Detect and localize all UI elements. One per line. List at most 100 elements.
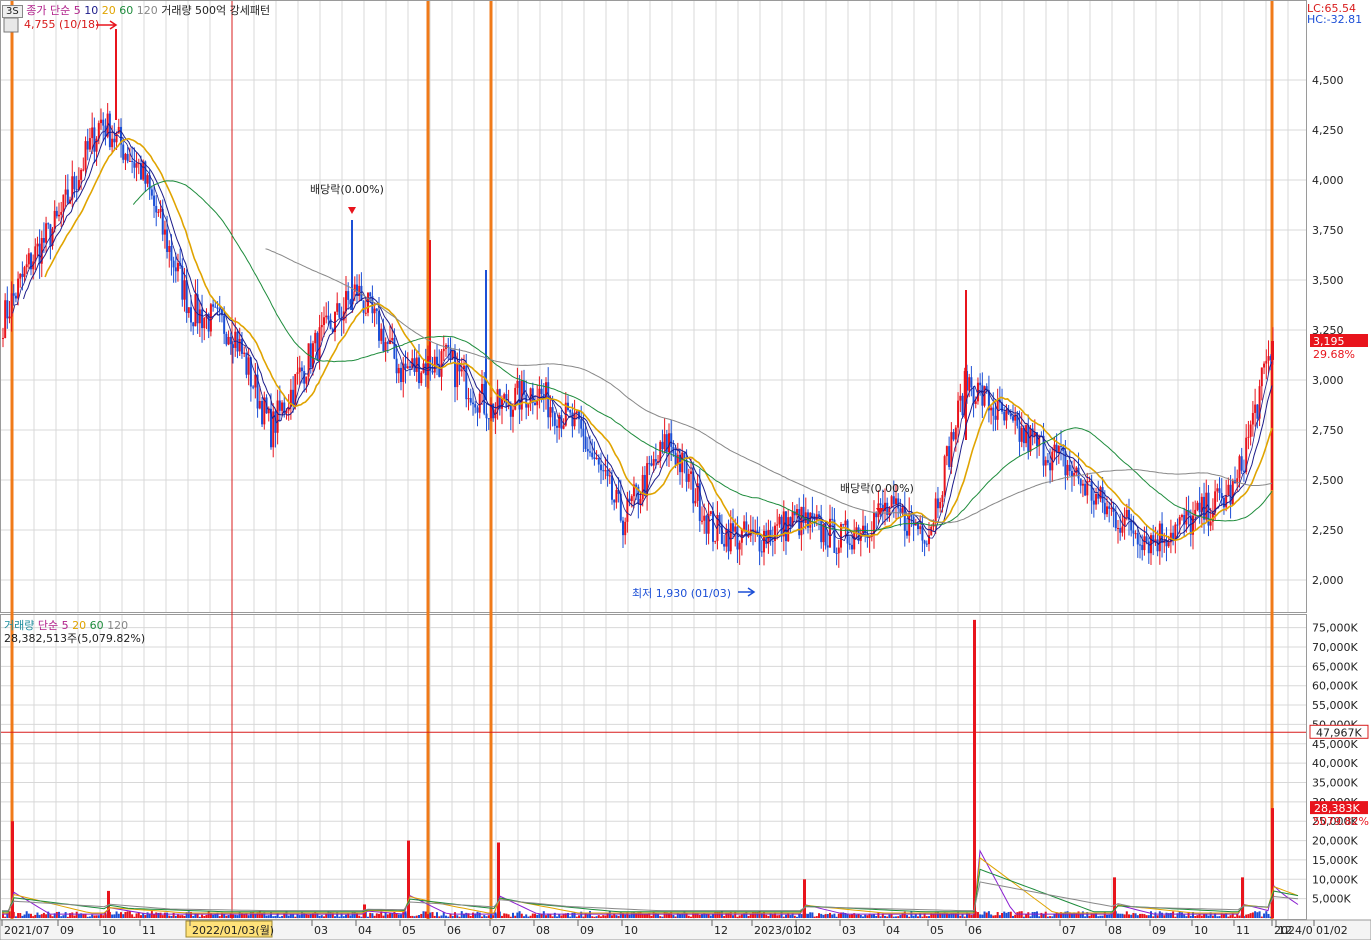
volume-bar (1014, 914, 1017, 918)
volume-bar (981, 914, 984, 918)
volume-bar (591, 916, 594, 918)
hc-readout: HC:-32.81 (1307, 13, 1363, 26)
legend-ma5: 5 (73, 4, 81, 17)
candle-body (1068, 464, 1071, 471)
candle-body (1123, 517, 1126, 527)
volume-bar (831, 914, 834, 918)
volume-bar (782, 916, 785, 918)
candle-body (1145, 536, 1148, 542)
volume-bar (1066, 911, 1069, 918)
volume-bar (1130, 914, 1133, 918)
volume-bar (679, 914, 681, 918)
candle-body (936, 498, 939, 509)
candle-body (622, 520, 624, 536)
candle-body (811, 512, 814, 517)
candle-body (974, 401, 977, 404)
grid-toggle-icon[interactable] (3, 17, 19, 33)
period-button[interactable]: 3S (2, 5, 23, 18)
volume-bar (38, 914, 41, 918)
volume-bar (1196, 915, 1199, 918)
volume-bar (1156, 915, 1159, 918)
candle-body (525, 394, 528, 408)
volume-bar (163, 912, 166, 918)
volume-bar (736, 916, 739, 918)
volume-bar (1143, 914, 1146, 918)
volume-bar (84, 914, 87, 918)
candle-body (21, 273, 24, 277)
candle-body (95, 138, 98, 152)
candle-body (780, 516, 783, 537)
volume-bar (176, 914, 179, 918)
volume-bar (183, 915, 186, 918)
candle-body (378, 310, 380, 341)
volume-bar (545, 915, 547, 918)
volume-bar (438, 916, 441, 918)
candle-body (1139, 544, 1141, 546)
volume-bar (60, 916, 63, 918)
volume-bar (126, 911, 129, 918)
volume-bar (1029, 916, 1032, 918)
volume-bar (877, 912, 880, 918)
volume-bar (386, 914, 389, 918)
volume-bar (1046, 916, 1049, 918)
volume-bar (137, 912, 140, 918)
volume-bar (835, 916, 838, 918)
candle-body (395, 358, 398, 374)
volume-bar (818, 913, 820, 918)
volume-bar (320, 915, 323, 918)
volume-bar (870, 914, 873, 918)
volume-bar (115, 911, 118, 918)
chart-canvas[interactable]: 4,5004,2504,0003,7503,5003,2503,0002,750… (0, 0, 1371, 941)
volume-bar (1203, 914, 1206, 918)
volume-bar (866, 915, 869, 918)
legend-ma60: 60 (119, 4, 134, 17)
volume-bar (1031, 912, 1034, 918)
candle-body (1263, 363, 1266, 368)
candle-body (1062, 446, 1065, 452)
volume-bar (1097, 916, 1100, 918)
volume-bar (1185, 916, 1188, 918)
candle-body (560, 415, 563, 429)
price-tick-label: 2,750 (1312, 424, 1344, 437)
volume-bar (349, 915, 352, 918)
volume-bar (411, 915, 414, 918)
candle-body (961, 395, 964, 416)
volume-bar (525, 914, 528, 918)
high-marker: 4,755 (10/18) (24, 18, 100, 31)
volume-bar (146, 912, 149, 918)
volume-bar (212, 914, 215, 918)
candle-body (556, 425, 558, 428)
candle-body (100, 119, 102, 124)
candle-body (172, 260, 175, 268)
candle-body (1066, 464, 1069, 476)
candle-body (245, 352, 248, 375)
candle-body (709, 511, 712, 515)
candle-body (968, 377, 971, 391)
volume-bar (375, 913, 378, 918)
volume-spike (497, 842, 500, 918)
price-tick-label: 2,250 (1312, 524, 1344, 537)
candle-body (979, 382, 982, 386)
volume-bar (1077, 911, 1080, 918)
x-tick-label: 01/02 (1316, 924, 1348, 937)
volume-bar (897, 916, 900, 918)
volume-tick-label: 75,000K (1312, 622, 1358, 635)
candle-body (862, 525, 864, 533)
stock-chart[interactable]: 4,500 4,250 4,000 3,750 3,500 3,250 3,000 2,750… (0, 0, 1371, 941)
volume-bar (1147, 915, 1150, 918)
candle-body (1222, 497, 1225, 508)
volume-bar (536, 914, 539, 918)
candle-body (183, 280, 186, 300)
volume-bar (1001, 913, 1004, 918)
candle-body (712, 511, 714, 542)
volume-bar (776, 915, 779, 918)
volume-bar (884, 915, 886, 918)
candle-body (1158, 523, 1161, 552)
volume-bar (523, 916, 525, 918)
candle-body (516, 380, 519, 388)
volume-bar (159, 912, 162, 918)
candle-body (1049, 462, 1052, 471)
volume-tick-label: 10,000K (1312, 873, 1358, 886)
volume-bar (551, 916, 554, 918)
volume-bar (1158, 911, 1161, 918)
